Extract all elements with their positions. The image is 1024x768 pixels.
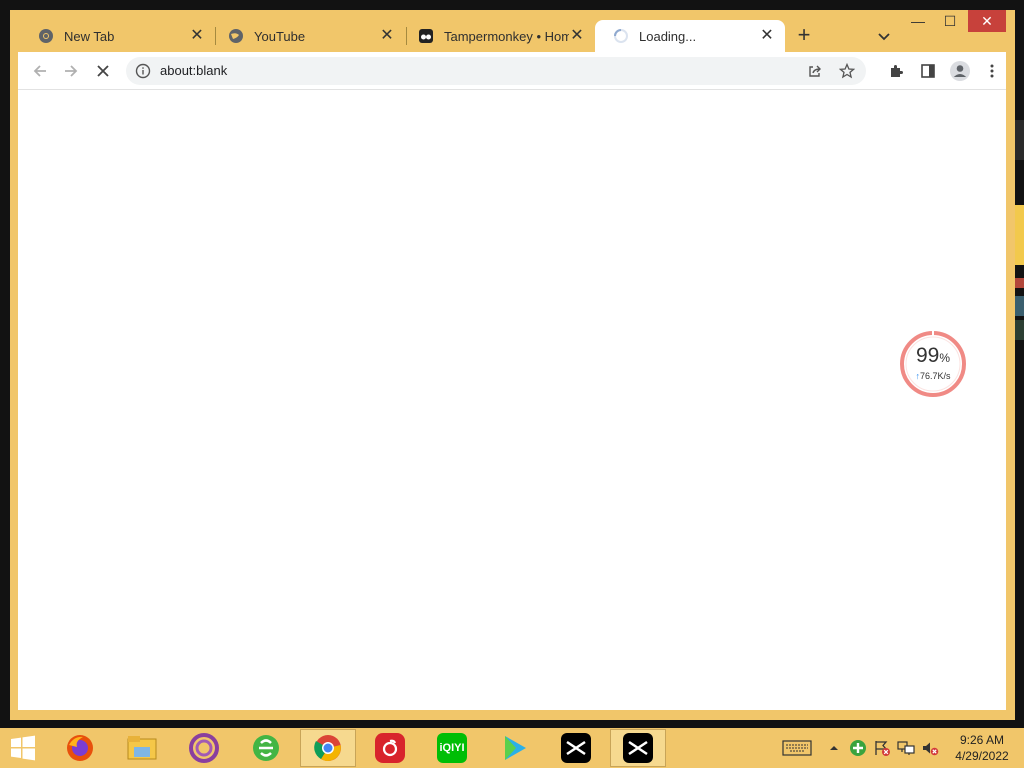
globe-icon: [228, 28, 244, 44]
tray-app-plus-icon[interactable]: [848, 738, 868, 758]
desktop-screen: New Tab ✕ YouTube ✕ Tampermonkey • Home …: [0, 0, 1024, 768]
star-icon[interactable]: [836, 60, 858, 82]
tab-title: Tampermonkey • Home: [444, 28, 569, 44]
forward-icon[interactable]: [59, 59, 83, 83]
minimize-button[interactable]: —: [903, 10, 933, 32]
tab-title: Loading...: [639, 28, 697, 44]
page-content[interactable]: [18, 90, 1006, 710]
tab-new-tab[interactable]: New Tab ✕: [20, 20, 215, 52]
upload-rate-value: 76.7K/s: [919, 371, 951, 381]
maximize-button[interactable]: ☐: [935, 10, 965, 32]
tab-search-chevron-icon[interactable]: [872, 24, 896, 48]
capcut-icon[interactable]: [548, 729, 604, 767]
capcut-icon[interactable]: [610, 729, 666, 767]
clock-date: 4/29/2022: [955, 749, 1009, 763]
profile-icon[interactable]: [948, 59, 972, 83]
tampermonkey-icon: [418, 28, 434, 44]
tab-loading[interactable]: Loading... ✕: [595, 20, 785, 52]
video-player-icon[interactable]: [486, 729, 542, 767]
tab-tampermonkey[interactable]: Tampermonkey • Home ✕: [400, 20, 595, 52]
stop-icon[interactable]: [91, 59, 115, 83]
show-hidden-icons-chevron-icon[interactable]: [824, 738, 844, 758]
chrome-icon: [38, 28, 54, 44]
speed-percent-value: 99: [915, 344, 940, 367]
action-center-flag-icon[interactable]: [872, 738, 892, 758]
back-icon[interactable]: [28, 59, 52, 83]
close-tab-icon[interactable]: ✕: [189, 28, 205, 44]
tab-strip: New Tab ✕ YouTube ✕ Tampermonkey • Home …: [10, 10, 1015, 52]
chrome-icon[interactable]: [300, 729, 356, 767]
network-speed-widget[interactable]: 99% ↑76.7K/s: [899, 330, 967, 398]
app-purple-icon[interactable]: [176, 729, 232, 767]
close-window-button[interactable]: ✕: [968, 10, 1006, 32]
file-explorer-icon[interactable]: [114, 729, 170, 767]
extensions-icon[interactable]: [884, 59, 908, 83]
speed-percent: 99%: [899, 344, 967, 368]
upload-rate: ↑76.7K/s: [899, 371, 967, 381]
tab-title: New Tab: [64, 28, 115, 44]
loading-spinner-icon: [613, 28, 629, 44]
windows-start-icon[interactable]: [6, 734, 40, 762]
system-clock[interactable]: 9:26 AM 4/29/2022: [944, 732, 1020, 764]
volume-muted-icon[interactable]: [920, 738, 940, 758]
tab-title: YouTube: [254, 28, 306, 44]
iqiyi-icon[interactable]: iQIYI: [424, 729, 480, 767]
share-icon[interactable]: [804, 60, 826, 82]
url-text: about:blank: [160, 63, 228, 78]
close-tab-icon[interactable]: ✕: [379, 28, 395, 44]
keyboard-icon[interactable]: [782, 738, 812, 758]
taskbar: iQIYI 9:26 AM 4/29/2022: [0, 728, 1024, 768]
close-tab-icon[interactable]: ✕: [759, 28, 775, 44]
iqiyi-label: iQIYI: [437, 733, 467, 763]
clock-time: 9:26 AM: [959, 733, 1005, 747]
menu-icon[interactable]: [980, 59, 1004, 83]
info-icon[interactable]: [134, 62, 152, 80]
tab-youtube[interactable]: YouTube ✕: [210, 20, 405, 52]
browser-window: New Tab ✕ YouTube ✕ Tampermonkey • Home …: [10, 10, 1015, 720]
firefox-icon[interactable]: [52, 729, 108, 767]
side-panel-icon[interactable]: [916, 59, 940, 83]
ie-green-icon[interactable]: [238, 729, 294, 767]
address-bar[interactable]: about:blank: [126, 57, 866, 85]
network-icon[interactable]: [896, 738, 916, 758]
new-tab-button[interactable]: +: [790, 24, 818, 48]
browser-toolbar: about:blank: [18, 52, 1006, 90]
close-tab-icon[interactable]: ✕: [569, 28, 585, 44]
netease-music-icon[interactable]: [362, 729, 418, 767]
speed-percent-sign: %: [939, 351, 951, 365]
